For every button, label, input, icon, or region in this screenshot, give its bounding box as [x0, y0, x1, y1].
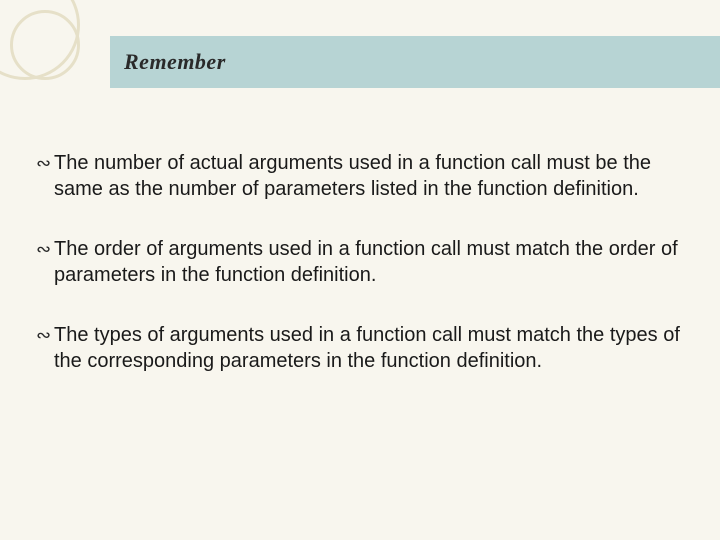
- bullet-text: The order of arguments used in a functio…: [54, 238, 678, 286]
- list-item: ∾ The order of arguments used in a funct…: [36, 236, 684, 288]
- deco-ring-inner: [10, 10, 80, 80]
- list-item: ∾ The number of actual arguments used in…: [36, 150, 684, 202]
- list-item: ∾ The types of arguments used in a funct…: [36, 322, 684, 374]
- bullet-icon: ∾: [36, 324, 51, 347]
- bullet-text: The types of arguments used in a functio…: [54, 324, 680, 372]
- deco-ring-outer: [0, 0, 80, 80]
- slide-title: Remember: [124, 49, 226, 75]
- bullet-text: The number of actual arguments used in a…: [54, 152, 651, 200]
- bullet-icon: ∾: [36, 238, 51, 261]
- content-area: ∾ The number of actual arguments used in…: [36, 150, 684, 408]
- corner-decoration: [0, 0, 110, 110]
- title-bar: Remember: [110, 36, 720, 88]
- bullet-icon: ∾: [36, 152, 51, 175]
